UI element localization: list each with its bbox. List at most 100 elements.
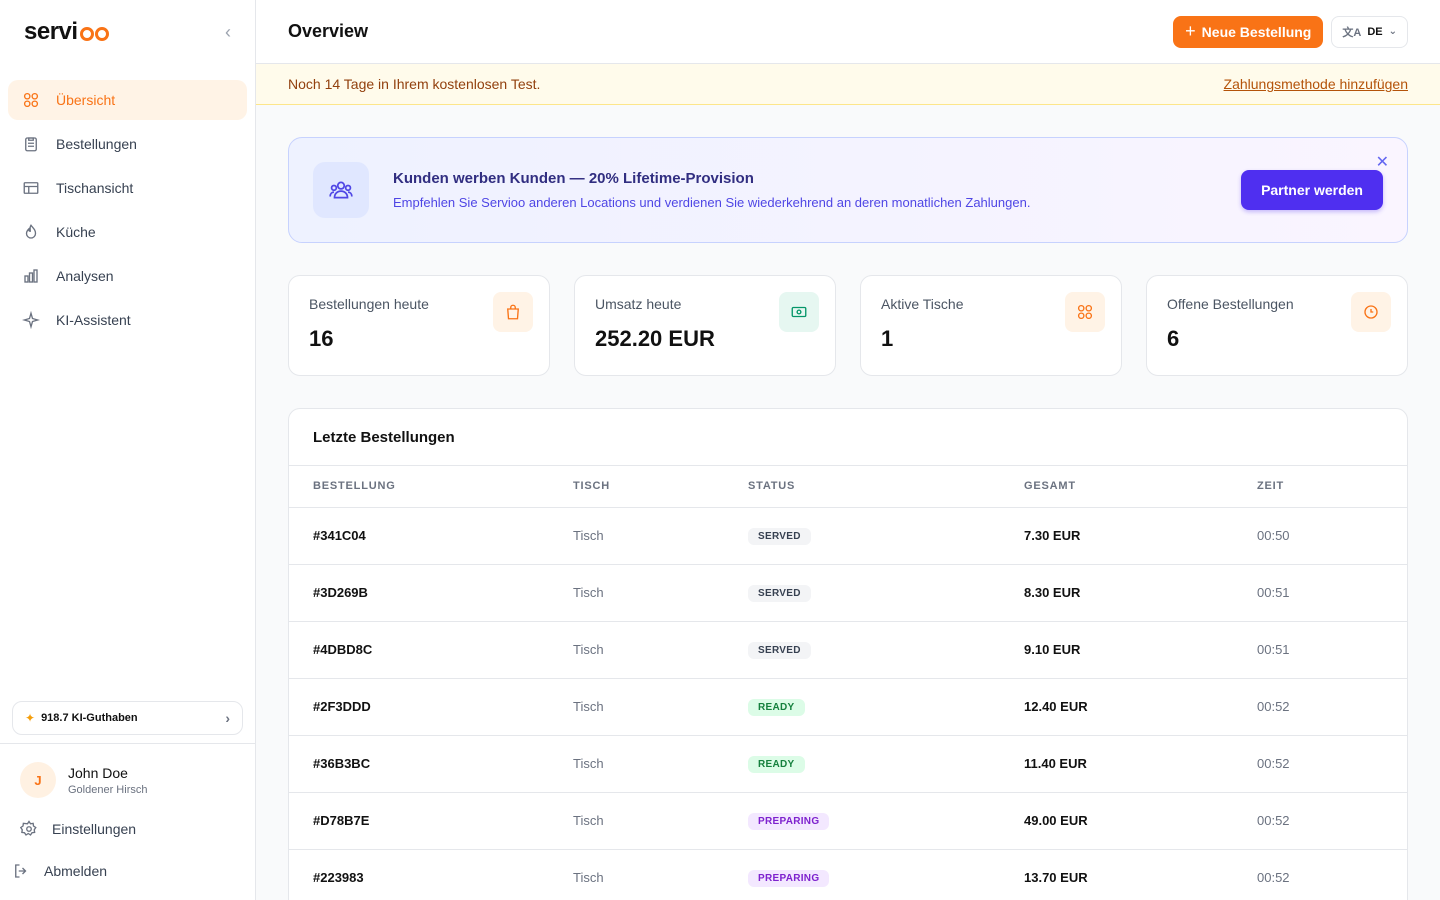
order-id: #3D269B <box>289 564 573 622</box>
table-icon <box>22 179 40 197</box>
order-total: 11.40 EUR <box>1024 735 1257 793</box>
recent-orders-title: Letzte Bestellungen <box>289 409 1407 466</box>
logo-row: servi ‹ <box>0 0 255 64</box>
stat-card-orders-today: Bestellungen heute 16 <box>288 275 550 376</box>
user-name: John Doe <box>68 764 128 781</box>
table-row[interactable]: #2F3DDD Tisch READY 12.40 EUR 00:52 <box>289 678 1407 736</box>
table-row[interactable]: #4DBD8C Tisch SERVED 9.10 EUR 00:51 <box>289 621 1407 679</box>
language-select[interactable]: 文A DE ⌄ <box>1331 15 1408 48</box>
trial-message: Noch 14 Tage in Ihrem kostenlosen Test. <box>288 76 541 92</box>
sidebar-item-label: Bestellungen <box>56 136 137 152</box>
order-id: #341C04 <box>289 507 573 565</box>
table-row[interactable]: #223983 Tisch PREPARING 13.70 EUR 00:52 <box>289 849 1407 900</box>
status-badge: READY <box>748 755 805 773</box>
become-partner-button[interactable]: Partner werden <box>1241 170 1383 210</box>
order-id: #D78B7E <box>289 792 573 850</box>
ai-credits-button[interactable]: ✦ 918.7 KI-Guthaben › <box>12 701 243 735</box>
column-header: TISCH <box>573 466 748 508</box>
logo-text: servi <box>24 18 78 45</box>
logo-mark <box>79 25 109 41</box>
status-badge: PREPARING <box>748 869 830 887</box>
sparkle-icon <box>22 311 40 329</box>
new-order-label: Neue Bestellung <box>1201 23 1312 40</box>
user-profile[interactable]: J John Doe Goldener Hirsch <box>20 762 235 798</box>
sidebar-item-label: Übersicht <box>56 92 116 108</box>
status-badge: SERVED <box>748 641 811 659</box>
stat-card-revenue-today: Umsatz heute 252.20 EUR <box>574 275 836 376</box>
translate-icon: 文A <box>1342 26 1362 39</box>
shopping-bag-icon <box>493 292 533 332</box>
language-value: DE <box>1367 25 1383 38</box>
referral-description: Empfehlen Sie Servioo anderen Locations … <box>393 195 1031 210</box>
sidebar-item-label: KI-Assistent <box>56 312 131 328</box>
sparkle-icon: ✦ <box>25 711 36 725</box>
sidebar-item-label: Analysen <box>56 268 114 284</box>
sidebar-footer: J John Doe Goldener Hirsch Einstellungen… <box>0 743 255 880</box>
stat-card-active-tables: Aktive Tische 1 <box>860 275 1122 376</box>
logo[interactable]: servi <box>24 18 109 46</box>
grid-icon <box>1065 292 1105 332</box>
table-row[interactable]: #D78B7E Tisch PREPARING 49.00 EUR 00:52 <box>289 792 1407 850</box>
order-id: #36B3BC <box>289 735 573 793</box>
recent-orders-panel: Letzte Bestellungen BESTELLUNG TISCH STA… <box>288 408 1408 900</box>
order-total: 49.00 EUR <box>1024 792 1257 850</box>
order-time: 00:50 <box>1257 507 1407 565</box>
money-icon <box>779 292 819 332</box>
collapse-sidebar-icon[interactable]: ‹ <box>225 22 231 43</box>
bar-chart-icon <box>22 267 40 285</box>
logout-icon <box>15 864 27 878</box>
order-time: 00:52 <box>1257 792 1407 850</box>
order-table: Tisch <box>573 678 748 736</box>
status-badge: READY <box>748 698 805 716</box>
sidebar-item-uebersicht[interactable]: Übersicht <box>8 80 247 120</box>
column-header: STATUS <box>748 466 1024 508</box>
settings-label: Einstellungen <box>52 821 137 837</box>
order-time: 00:52 <box>1257 849 1407 900</box>
table-row[interactable]: #341C04 Tisch SERVED 7.30 EUR 00:50 <box>289 507 1407 565</box>
stats-row: Bestellungen heute 16 Umsatz heute 252.2… <box>288 275 1408 376</box>
header-actions: + Neue Bestellung 文A DE ⌄ <box>1173 15 1408 48</box>
order-time: 00:52 <box>1257 678 1407 736</box>
column-header: GESAMT <box>1024 466 1257 508</box>
order-table: Tisch <box>573 792 748 850</box>
status-cell: SERVED <box>748 621 1024 679</box>
top-header: Overview + Neue Bestellung 文A DE ⌄ <box>256 0 1440 64</box>
gear-icon <box>20 820 37 836</box>
stat-card-open-orders: Offene Bestellungen 6 <box>1146 275 1408 376</box>
orders-table: BESTELLUNG TISCH STATUS GESAMT ZEIT #341… <box>289 466 1407 900</box>
table-row[interactable]: #36B3BC Tisch READY 11.40 EUR 00:52 <box>289 735 1407 793</box>
column-header: BESTELLUNG <box>289 466 573 508</box>
referral-title: Kunden werben Kunden — 20% Lifetime-Prov… <box>393 170 754 187</box>
referral-banner: Kunden werben Kunden — 20% Lifetime-Prov… <box>288 137 1408 243</box>
logout-label: Abmelden <box>44 863 108 879</box>
plus-icon: + <box>1185 21 1196 41</box>
table-row[interactable]: #3D269B Tisch SERVED 8.30 EUR 00:51 <box>289 564 1407 622</box>
order-time: 00:51 <box>1257 621 1407 679</box>
grid-icon <box>22 91 40 109</box>
ai-credits-label: 918.7 KI-Guthaben <box>41 712 138 724</box>
status-cell: READY <box>748 678 1024 736</box>
sidebar: servi ‹ Übersicht Bestellungen Tischansi… <box>0 0 256 900</box>
clipboard-icon <box>22 135 40 153</box>
trial-banner: Noch 14 Tage in Ihrem kostenlosen Test. … <box>256 64 1440 105</box>
new-order-button[interactable]: + Neue Bestellung <box>1173 15 1324 48</box>
sidebar-item-analysen[interactable]: Analysen <box>8 256 247 296</box>
close-icon[interactable]: ✕ <box>1376 152 1389 172</box>
status-cell: SERVED <box>748 507 1024 565</box>
add-payment-method-link[interactable]: Zahlungsmethode hinzufügen <box>1224 76 1408 92</box>
logout-link[interactable]: Abmelden <box>12 862 235 880</box>
status-cell: PREPARING <box>748 792 1024 850</box>
status-badge: SERVED <box>748 527 811 545</box>
sidebar-item-ki-assistent[interactable]: KI-Assistent <box>8 300 247 340</box>
order-id: #223983 <box>289 849 573 900</box>
status-cell: SERVED <box>748 564 1024 622</box>
sidebar-item-bestellungen[interactable]: Bestellungen <box>8 124 247 164</box>
order-table: Tisch <box>573 735 748 793</box>
avatar: J <box>20 762 56 798</box>
sidebar-item-tischansicht[interactable]: Tischansicht <box>8 168 247 208</box>
column-header: ZEIT <box>1257 466 1407 508</box>
status-cell: PREPARING <box>748 849 1024 900</box>
settings-link[interactable]: Einstellungen <box>20 820 235 838</box>
sidebar-item-kueche[interactable]: Küche <box>8 212 247 252</box>
order-id: #4DBD8C <box>289 621 573 679</box>
